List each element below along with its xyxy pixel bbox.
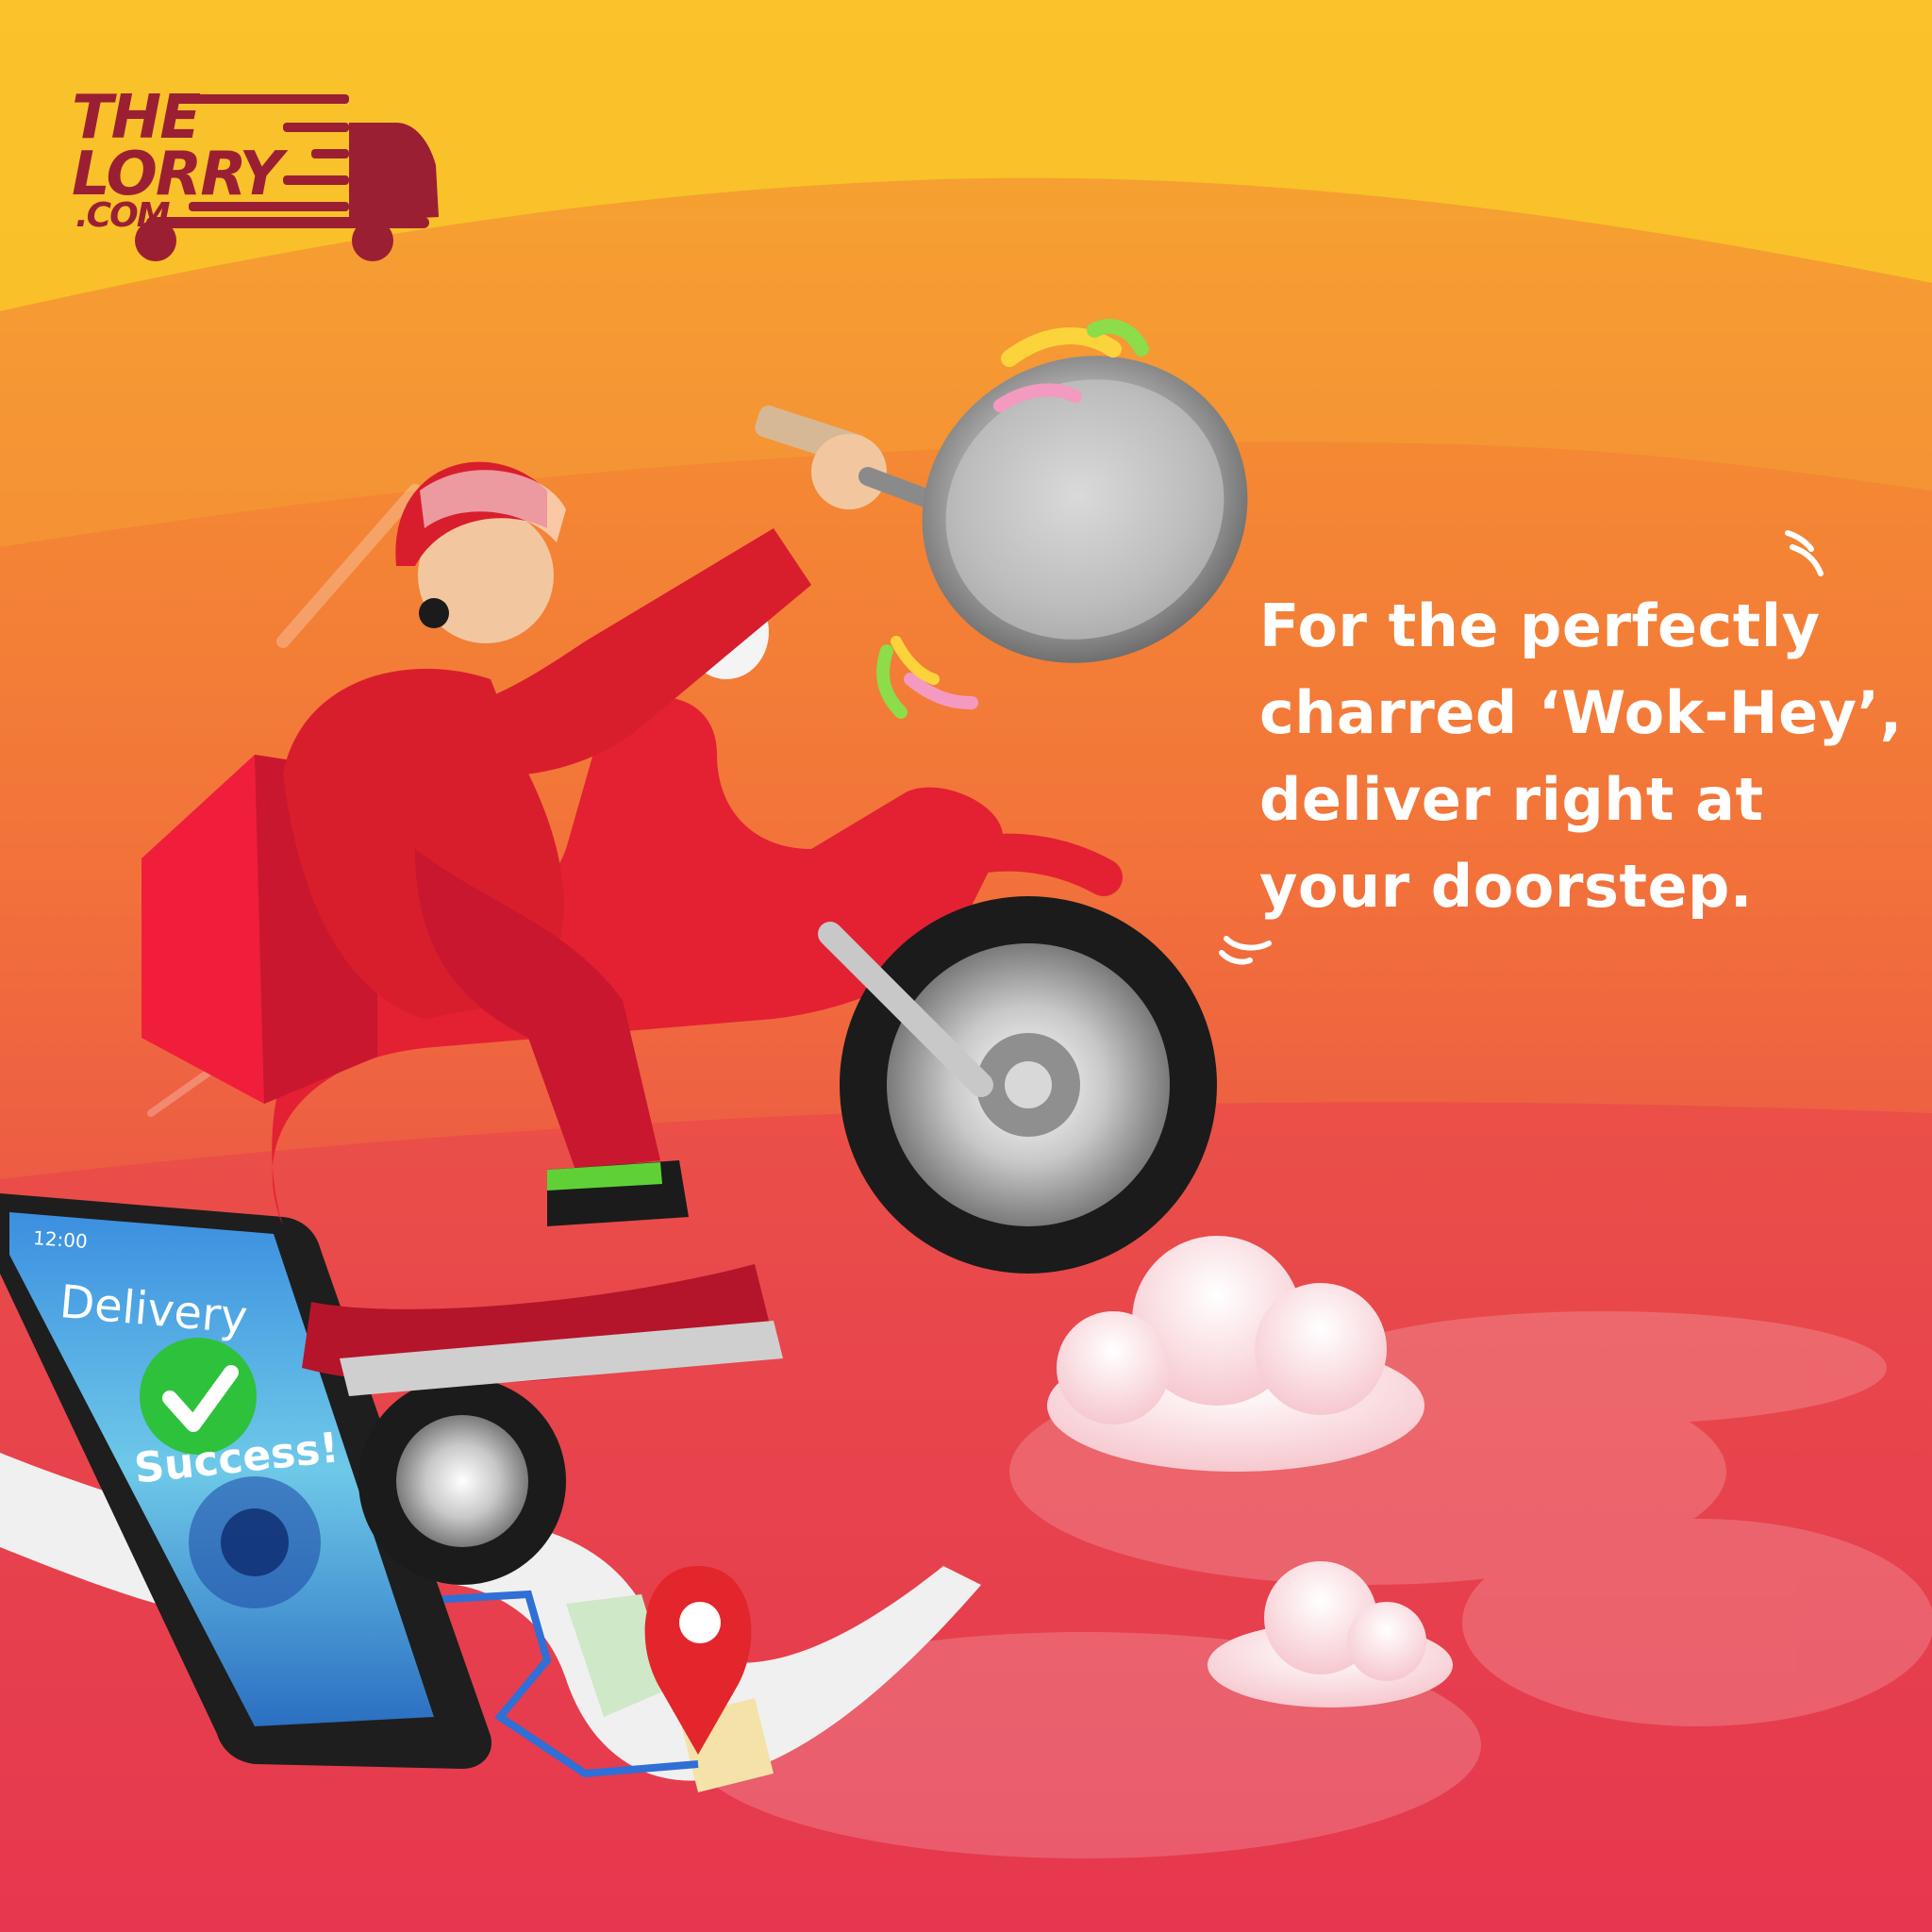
- headline-line-4: your doorstep.: [1259, 852, 1753, 921]
- headline-line-3: deliver right at: [1259, 765, 1764, 834]
- ad-canvas: THE LORRY .COM 12:00 Delivery Success! F…: [0, 0, 1932, 1932]
- phone-status-time: 12:00: [32, 1226, 89, 1253]
- logo-line-com: .COM: [75, 196, 171, 235]
- headline-line-1: For the perfectly: [1259, 591, 1821, 660]
- headline: For the perfectly charred ‘Wok-Hey’, del…: [1259, 583, 1910, 930]
- headline-line-2: charred ‘Wok-Hey’,: [1259, 678, 1903, 747]
- illustration: [0, 0, 1932, 1932]
